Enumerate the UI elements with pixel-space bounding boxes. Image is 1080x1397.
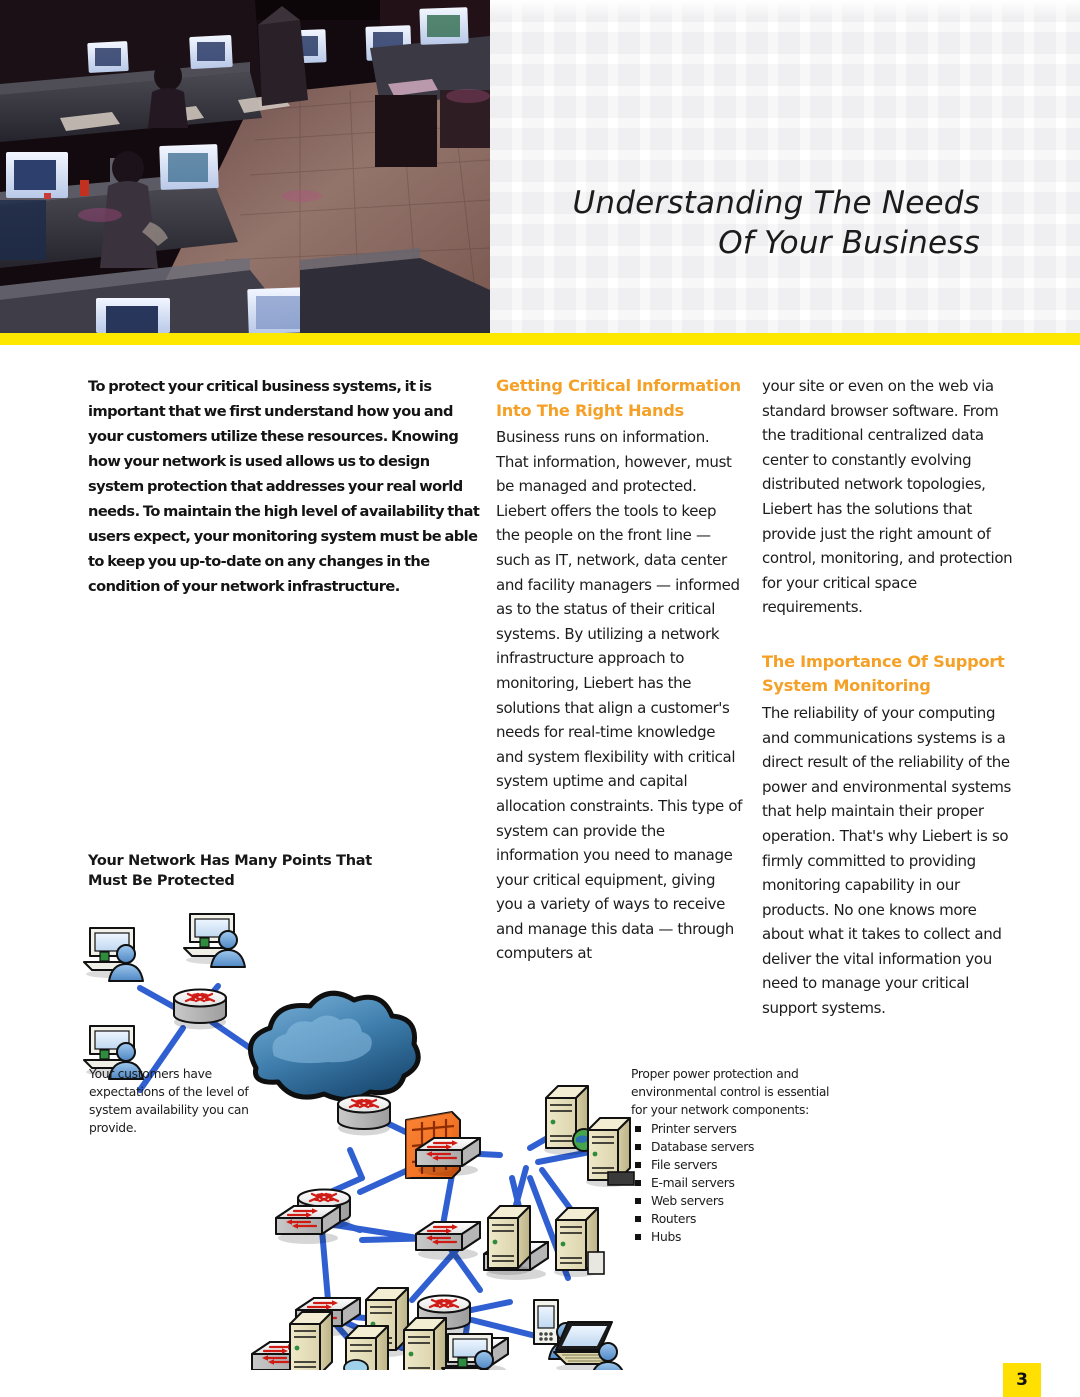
list-item: E-mail servers [631, 1174, 836, 1192]
header-accent-bar [0, 333, 1080, 345]
list-item: File servers [631, 1156, 836, 1174]
square-bullet-icon [635, 1180, 641, 1186]
square-bullet-icon [635, 1144, 641, 1150]
page-title-line2: Of Your Business [718, 225, 980, 261]
section-heading-importance-of-support-system-monitoring: The Importance Of Support System Monitor… [762, 650, 1020, 699]
list-item-label: File servers [651, 1158, 718, 1172]
section-heading-line2: Into The Right Hands [496, 400, 684, 420]
list-item: Routers [631, 1210, 836, 1228]
list-item: Hubs [631, 1228, 836, 1246]
diagram-heading: Your Network Has Many Points That Must B… [88, 851, 418, 891]
list-item-label: Web servers [651, 1194, 724, 1208]
network-operations-center-photo [0, 0, 490, 333]
section-heading-line2: System Monitoring [762, 676, 931, 696]
section-body-getting-critical-information: Business runs on information. That infor… [496, 428, 743, 963]
page-title: Understanding The Needs Of Your Business [520, 183, 980, 263]
section-heading-getting-critical-information: Getting Critical Information Into The Ri… [496, 374, 744, 423]
left-column: To protect your critical business system… [88, 374, 488, 599]
lead-paragraph: To protect your critical business system… [88, 378, 480, 595]
square-bullet-icon [635, 1126, 641, 1132]
square-bullet-icon [635, 1162, 641, 1168]
page-number-badge: 3 [1003, 1363, 1041, 1397]
diagram-caption-right-intro: Proper power protection and environmenta… [631, 1067, 830, 1117]
section-heading-line1: The Importance Of Support [762, 651, 1005, 671]
square-bullet-icon [635, 1216, 641, 1222]
list-item-label: Routers [651, 1212, 697, 1226]
middle-column: Getting Critical Information Into The Ri… [496, 374, 744, 966]
page-title-line1: Understanding The Needs [572, 185, 980, 221]
square-bullet-icon [635, 1234, 641, 1240]
list-item: Database servers [631, 1138, 836, 1156]
diagram-caption-right: Proper power protection and environmenta… [631, 1065, 836, 1246]
page-header: Understanding The Needs Of Your Business [0, 0, 1080, 333]
diagram-heading-line2: Must Be Protected [88, 873, 235, 889]
diagram-caption-left: Your customers have expectations of the … [89, 1067, 249, 1135]
list-item-label: Database servers [651, 1140, 755, 1154]
section-heading-line1: Getting Critical Information [496, 376, 741, 395]
document-page: Understanding The Needs Of Your Business… [0, 0, 1080, 1397]
right-column: your site or even on the web via standar… [762, 374, 1020, 1021]
column-spacer [762, 620, 1020, 650]
square-bullet-icon [635, 1198, 641, 1204]
network-components-list: Printer servers Database servers File se… [631, 1120, 836, 1246]
list-item: Printer servers [631, 1120, 836, 1138]
list-item: Web servers [631, 1192, 836, 1210]
list-item-label: E-mail servers [651, 1176, 735, 1190]
header-grid-pattern [490, 0, 1080, 333]
cloud-icon [247, 990, 421, 1102]
section-body-continued: your site or even on the web via standar… [762, 377, 1013, 617]
diagram-nodes [83, 913, 635, 1370]
diagram-heading-line1: Your Network Has Many Points That [88, 853, 372, 869]
list-item-label: Hubs [651, 1230, 682, 1244]
list-item-label: Printer servers [651, 1122, 737, 1136]
section-body-importance-of-support: The reliability of your computing and co… [762, 703, 1011, 1018]
